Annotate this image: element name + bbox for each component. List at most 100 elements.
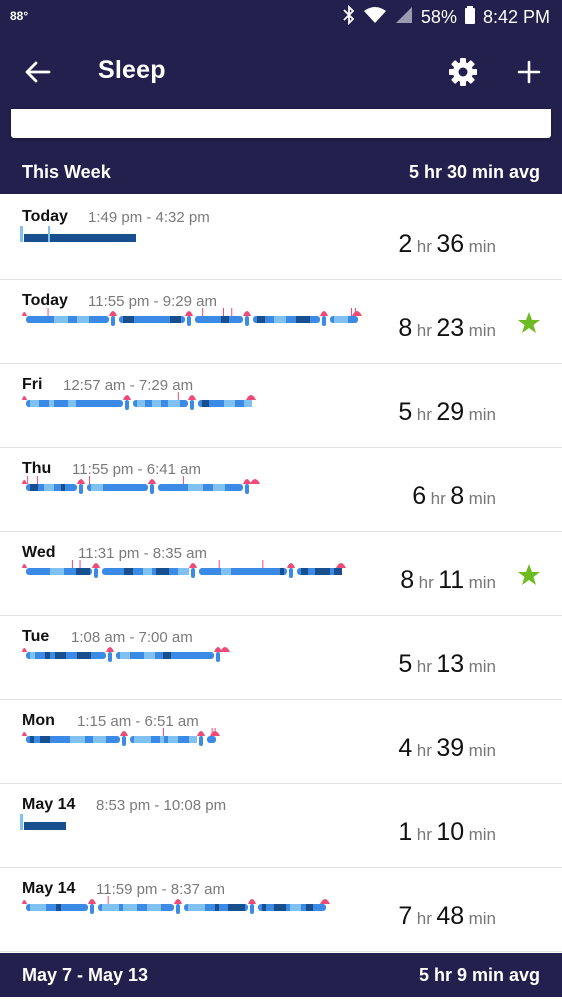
duration-minutes: 13 — [436, 650, 465, 678]
gear-icon[interactable] — [445, 54, 481, 90]
deep-sleep-segment — [301, 568, 308, 575]
deep-sleep-segment — [163, 652, 171, 659]
hours-unit: hr — [416, 405, 432, 424]
duration-minutes: 39 — [436, 734, 465, 762]
rem-sleep-segment — [93, 736, 106, 743]
duration-hours: 8 — [400, 566, 415, 594]
light-sleep-segment — [245, 316, 249, 326]
rem-sleep-segment — [44, 484, 54, 491]
awake-marker — [243, 311, 251, 316]
restless-marker — [20, 226, 23, 242]
deep-sleep-segment — [123, 316, 134, 323]
light-sleep-segment — [250, 904, 254, 914]
deep-sleep-segment — [215, 904, 219, 911]
plus-icon[interactable] — [511, 54, 547, 90]
sleep-stage-bar — [22, 647, 230, 662]
sleep-log-row[interactable]: Today 11:55 pm - 9:29 am 8 hr 23 min — [0, 280, 562, 364]
awake-marker — [248, 899, 256, 904]
awake-tick — [47, 308, 49, 316]
asleep-bar — [24, 822, 66, 830]
rem-sleep-segment — [147, 904, 161, 911]
section-label: May 7 - May 13 — [22, 965, 149, 985]
restless-marker — [20, 814, 23, 830]
minutes-unit: min — [468, 657, 496, 676]
awake-marker — [197, 731, 205, 736]
deep-sleep-segment — [262, 904, 266, 911]
duration-minutes: 36 — [436, 230, 465, 258]
sleep-stage-bar — [20, 226, 136, 242]
hours-unit: hr — [430, 489, 446, 508]
light-sleep-segment — [94, 568, 98, 578]
awake-marker — [243, 479, 251, 484]
awake-tick — [222, 308, 224, 316]
awake-marker — [246, 395, 256, 400]
restless-marker — [48, 226, 50, 242]
rem-sleep-segment — [134, 736, 151, 743]
deep-sleep-segment — [280, 568, 284, 575]
deep-sleep-segment — [306, 904, 313, 911]
minutes-unit: min — [468, 321, 496, 340]
awake-marker — [22, 480, 27, 484]
rem-sleep-segment — [221, 568, 231, 575]
hours-unit: hr — [416, 741, 432, 760]
light-sleep-segment — [122, 736, 126, 746]
rem-sleep-segment — [143, 568, 152, 575]
minutes-unit: min — [468, 741, 496, 760]
sleep-log-row[interactable]: Thu 11:55 pm - 6:41 am 6 hr 8 min — [0, 448, 562, 532]
wifi-icon — [363, 6, 387, 29]
deep-sleep-segment — [202, 400, 209, 407]
deep-sleep-segment — [221, 316, 229, 323]
star-icon — [517, 311, 541, 335]
sleep-log-row[interactable]: Fri 12:57 am - 7:29 am 5 hr 29 min — [0, 364, 562, 448]
battery-icon — [464, 5, 475, 29]
sleep-log-row[interactable]: Wed 11:31 pm - 8:35 am 8 hr 11 min — [0, 532, 562, 616]
summary-card[interactable] — [11, 109, 551, 138]
minutes-unit: min — [468, 489, 496, 508]
hours-unit: hr — [416, 909, 432, 928]
awake-tick — [162, 728, 164, 736]
light-sleep-segment — [125, 400, 129, 410]
rem-sleep-segment — [244, 400, 252, 407]
rem-sleep-segment — [50, 568, 64, 575]
awake-tick — [231, 308, 233, 316]
app-bar: Sleep — [0, 34, 562, 108]
asleep-bar — [24, 234, 136, 242]
light-sleep-segment — [199, 736, 203, 746]
awake-marker — [22, 312, 27, 316]
rem-sleep-segment — [224, 400, 235, 407]
sleep-stage-bar — [20, 814, 66, 830]
deep-sleep-segment — [296, 316, 310, 323]
sleep-log-row[interactable]: Tue 1:08 am - 7:00 am 5 hr 13 min — [0, 616, 562, 700]
light-sleep-segment — [195, 316, 243, 323]
awake-marker — [185, 311, 193, 316]
rem-sleep-segment — [188, 484, 203, 491]
awake-tick — [262, 560, 264, 568]
sleep-stage-bar — [22, 392, 256, 410]
back-arrow-icon[interactable] — [20, 54, 56, 90]
awake-marker — [22, 732, 27, 736]
awake-marker — [148, 479, 156, 484]
deep-sleep-segment — [228, 904, 245, 911]
sleep-log-row[interactable]: May 14 11:59 pm - 8:37 am 7 hr 48 min — [0, 868, 562, 952]
rem-sleep-segment — [274, 316, 286, 323]
duration-minutes: 29 — [436, 398, 465, 426]
duration-minutes: 48 — [436, 902, 465, 930]
awake-tick — [37, 476, 39, 484]
awake-marker — [120, 731, 128, 736]
duration-minutes: 8 — [450, 482, 465, 510]
sleep-log-row[interactable]: Today 1:49 pm - 4:32 pm 2 hr 36 min — [0, 196, 562, 280]
minutes-unit: min — [468, 237, 496, 256]
rem-sleep-segment — [123, 904, 137, 911]
rem-sleep-segment — [213, 484, 225, 491]
rem-sleep-segment — [120, 652, 130, 659]
rem-sleep-segment — [168, 400, 180, 407]
deep-sleep-segment — [40, 736, 50, 743]
duration-hours: 6 — [412, 482, 427, 510]
sleep-log-row[interactable]: Mon 1:15 am - 6:51 am 4 hr 39 min — [0, 700, 562, 784]
status-bar: 88° 58% 8:42 PM — [0, 0, 562, 34]
awake-marker — [336, 563, 346, 568]
minutes-unit: min — [468, 405, 496, 424]
awake-marker — [22, 648, 27, 652]
sleep-log-row[interactable]: May 14 8:53 pm - 10:08 pm 1 hr 10 min — [0, 784, 562, 868]
bluetooth-icon — [343, 4, 355, 30]
